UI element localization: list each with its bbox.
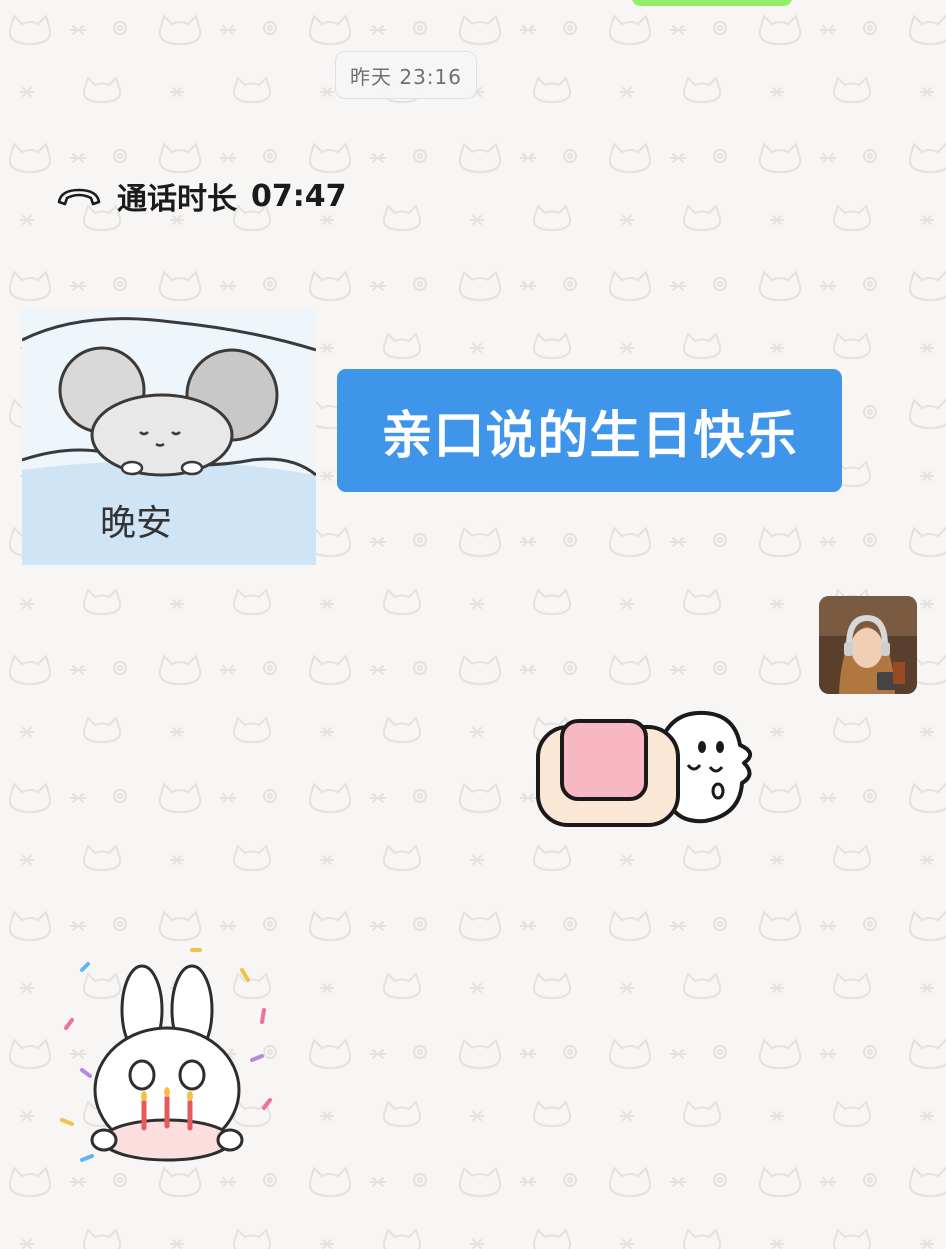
birthday-bunny-sticker[interactable]	[42, 940, 292, 1190]
call-record-message[interactable]: 通话时长 07:47	[55, 174, 347, 218]
phone-hangup-icon	[57, 188, 101, 206]
call-duration-value: 07:47	[251, 178, 347, 214]
goodnight-mouse-sticker[interactable]: 晚安	[22, 310, 316, 565]
message-timestamp: 昨天 23:16	[335, 51, 477, 99]
blue-message-bubble[interactable]: 亲口说的生日快乐	[337, 369, 842, 492]
avatar[interactable]	[819, 596, 917, 694]
sleeping-blanket-sticker[interactable]	[530, 705, 762, 833]
svg-text:晚安: 晚安	[100, 503, 172, 544]
call-duration-label: 通话时长	[117, 182, 237, 217]
previous-outgoing-bubble[interactable]	[632, 0, 792, 6]
message-text: 亲口说的生日快乐	[381, 406, 798, 466]
